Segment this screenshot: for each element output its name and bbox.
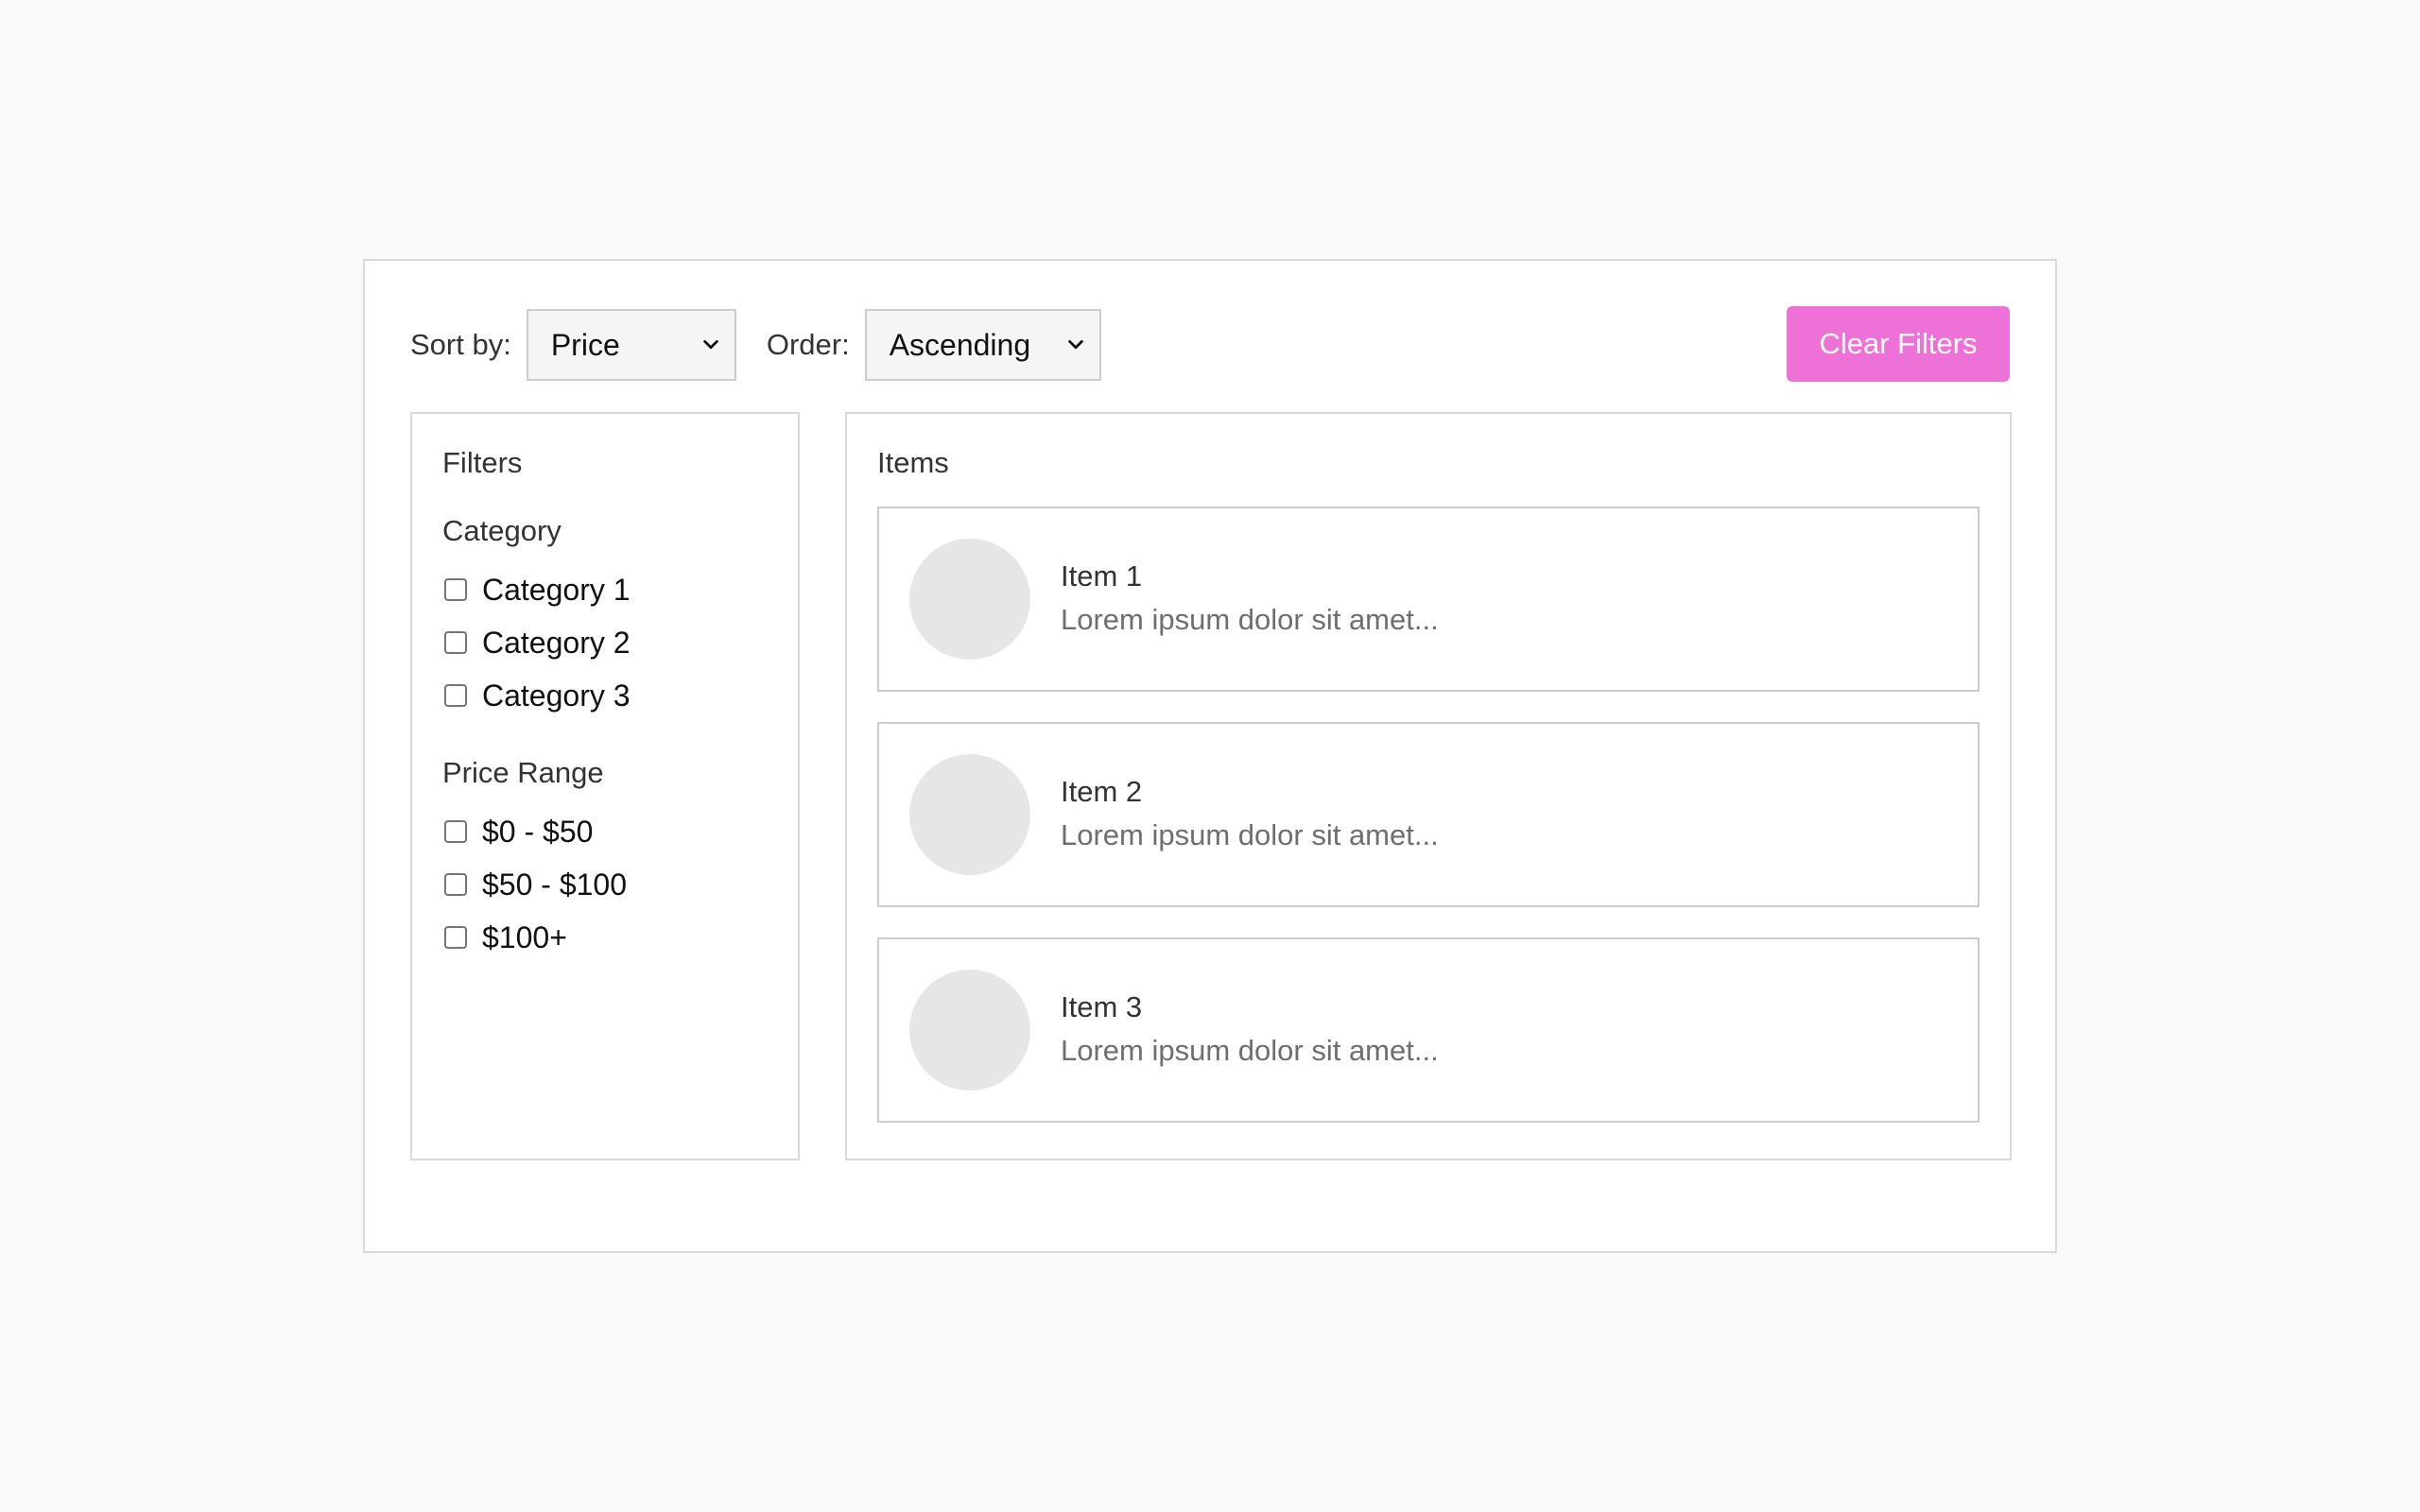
items-title: Items — [877, 446, 949, 479]
chevron-down-icon — [1067, 339, 1083, 350]
filter-option-price-100-plus[interactable]: $100+ — [442, 919, 768, 956]
filters-sidebar: Filters Category Category 1 Category 2 C… — [410, 412, 800, 1160]
avatar — [909, 539, 1030, 660]
item-description: Lorem ipsum dolor sit amet... — [1061, 603, 1439, 636]
filter-option-category-2[interactable]: Category 2 — [442, 624, 768, 662]
list-item[interactable]: Item 2 Lorem ipsum dolor sit amet... — [877, 722, 1979, 907]
item-name: Item 1 — [1061, 559, 1143, 593]
list-item[interactable]: Item 1 Lorem ipsum dolor sit amet... — [877, 507, 1979, 692]
avatar — [909, 754, 1030, 875]
clear-filters-button[interactable]: Clear Filters — [1787, 306, 2010, 382]
list-item[interactable]: Item 3 Lorem ipsum dolor sit amet... — [877, 937, 1979, 1123]
filter-option-label: $0 - $50 — [482, 814, 594, 849]
content-area: Filters Category Category 1 Category 2 C… — [410, 412, 2012, 1160]
order-select[interactable]: Ascending — [864, 309, 1101, 381]
order-label: Order: — [766, 328, 850, 361]
filter-option-category-3[interactable]: Category 3 — [442, 677, 768, 714]
avatar — [909, 970, 1030, 1091]
filter-option-category-1[interactable]: Category 1 — [442, 571, 768, 609]
sort-label: Sort by: — [410, 328, 511, 361]
chevron-down-icon — [703, 339, 718, 350]
item-text: Item 3 Lorem ipsum dolor sit amet... — [1061, 987, 1439, 1074]
checkbox[interactable] — [444, 820, 467, 843]
order-select-value: Ascending — [889, 327, 1031, 362]
item-name: Item 2 — [1061, 775, 1143, 808]
filter-option-price-0-50[interactable]: $0 - $50 — [442, 813, 768, 850]
item-name: Item 3 — [1061, 990, 1143, 1023]
filter-panel: Sort by: Price Order: Ascending Clear Fi… — [363, 259, 2057, 1253]
toolbar: Sort by: Price Order: Ascending Clear Fi… — [410, 306, 2010, 384]
filter-option-label: $50 - $100 — [482, 867, 628, 902]
filter-option-label: Category 3 — [482, 678, 631, 713]
sort-select[interactable]: Price — [526, 309, 736, 381]
sort-select-value: Price — [550, 327, 620, 362]
price-group-title: Price Range — [442, 756, 604, 789]
checkbox[interactable] — [444, 578, 467, 601]
checkbox[interactable] — [444, 873, 467, 896]
item-text: Item 2 Lorem ipsum dolor sit amet... — [1061, 771, 1439, 858]
filter-option-label: Category 2 — [482, 625, 631, 660]
filter-option-price-50-100[interactable]: $50 - $100 — [442, 866, 768, 903]
checkbox[interactable] — [444, 684, 467, 707]
item-text: Item 1 Lorem ipsum dolor sit amet... — [1061, 556, 1439, 643]
filters-title: Filters — [442, 446, 523, 479]
filter-option-label: Category 1 — [482, 572, 631, 607]
filter-option-label: $100+ — [482, 919, 567, 954]
item-description: Lorem ipsum dolor sit amet... — [1061, 1034, 1439, 1067]
category-group-title: Category — [442, 514, 562, 547]
items-panel: Items Item 1 Lorem ipsum dolor sit amet.… — [845, 412, 2012, 1160]
checkbox[interactable] — [444, 631, 467, 654]
checkbox[interactable] — [444, 926, 467, 949]
item-description: Lorem ipsum dolor sit amet... — [1061, 818, 1439, 851]
